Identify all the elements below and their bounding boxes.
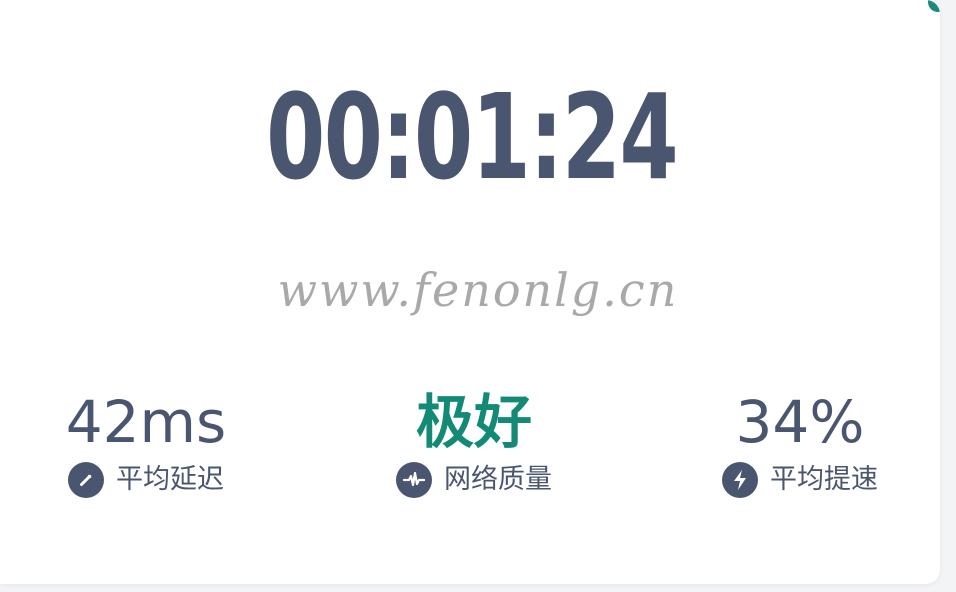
network-quality-label-row: 网络质量: [364, 462, 584, 498]
watermark-text: www.fenonlg.cn: [277, 263, 679, 317]
acceleration-status-card: 00:01:24 www.fenonlg.cn 42ms 平均延迟 极好 网络质…: [0, 0, 940, 584]
speedometer-icon: [68, 462, 104, 498]
average-latency-label: 平均延迟: [116, 464, 224, 495]
lightning-bolt-icon: [722, 462, 758, 498]
corner-accent: [928, 0, 940, 12]
network-quality-label: 网络质量: [444, 464, 552, 495]
average-speedup-label: 平均提速: [770, 464, 878, 495]
elapsed-timer: 00:01:24: [266, 68, 679, 206]
pulse-wave-icon: [396, 462, 432, 498]
stat-average-latency: 42ms 平均延迟: [36, 388, 256, 498]
average-speedup-label-row: 平均提速: [690, 462, 910, 498]
average-latency-value: 42ms: [65, 388, 227, 456]
network-quality-value: 极好: [415, 388, 532, 456]
stat-network-quality: 极好 网络质量: [364, 388, 584, 498]
average-latency-label-row: 平均延迟: [36, 462, 256, 498]
stat-average-speedup: 34% 平均提速: [690, 388, 910, 498]
average-speedup-value: 34%: [735, 388, 865, 456]
